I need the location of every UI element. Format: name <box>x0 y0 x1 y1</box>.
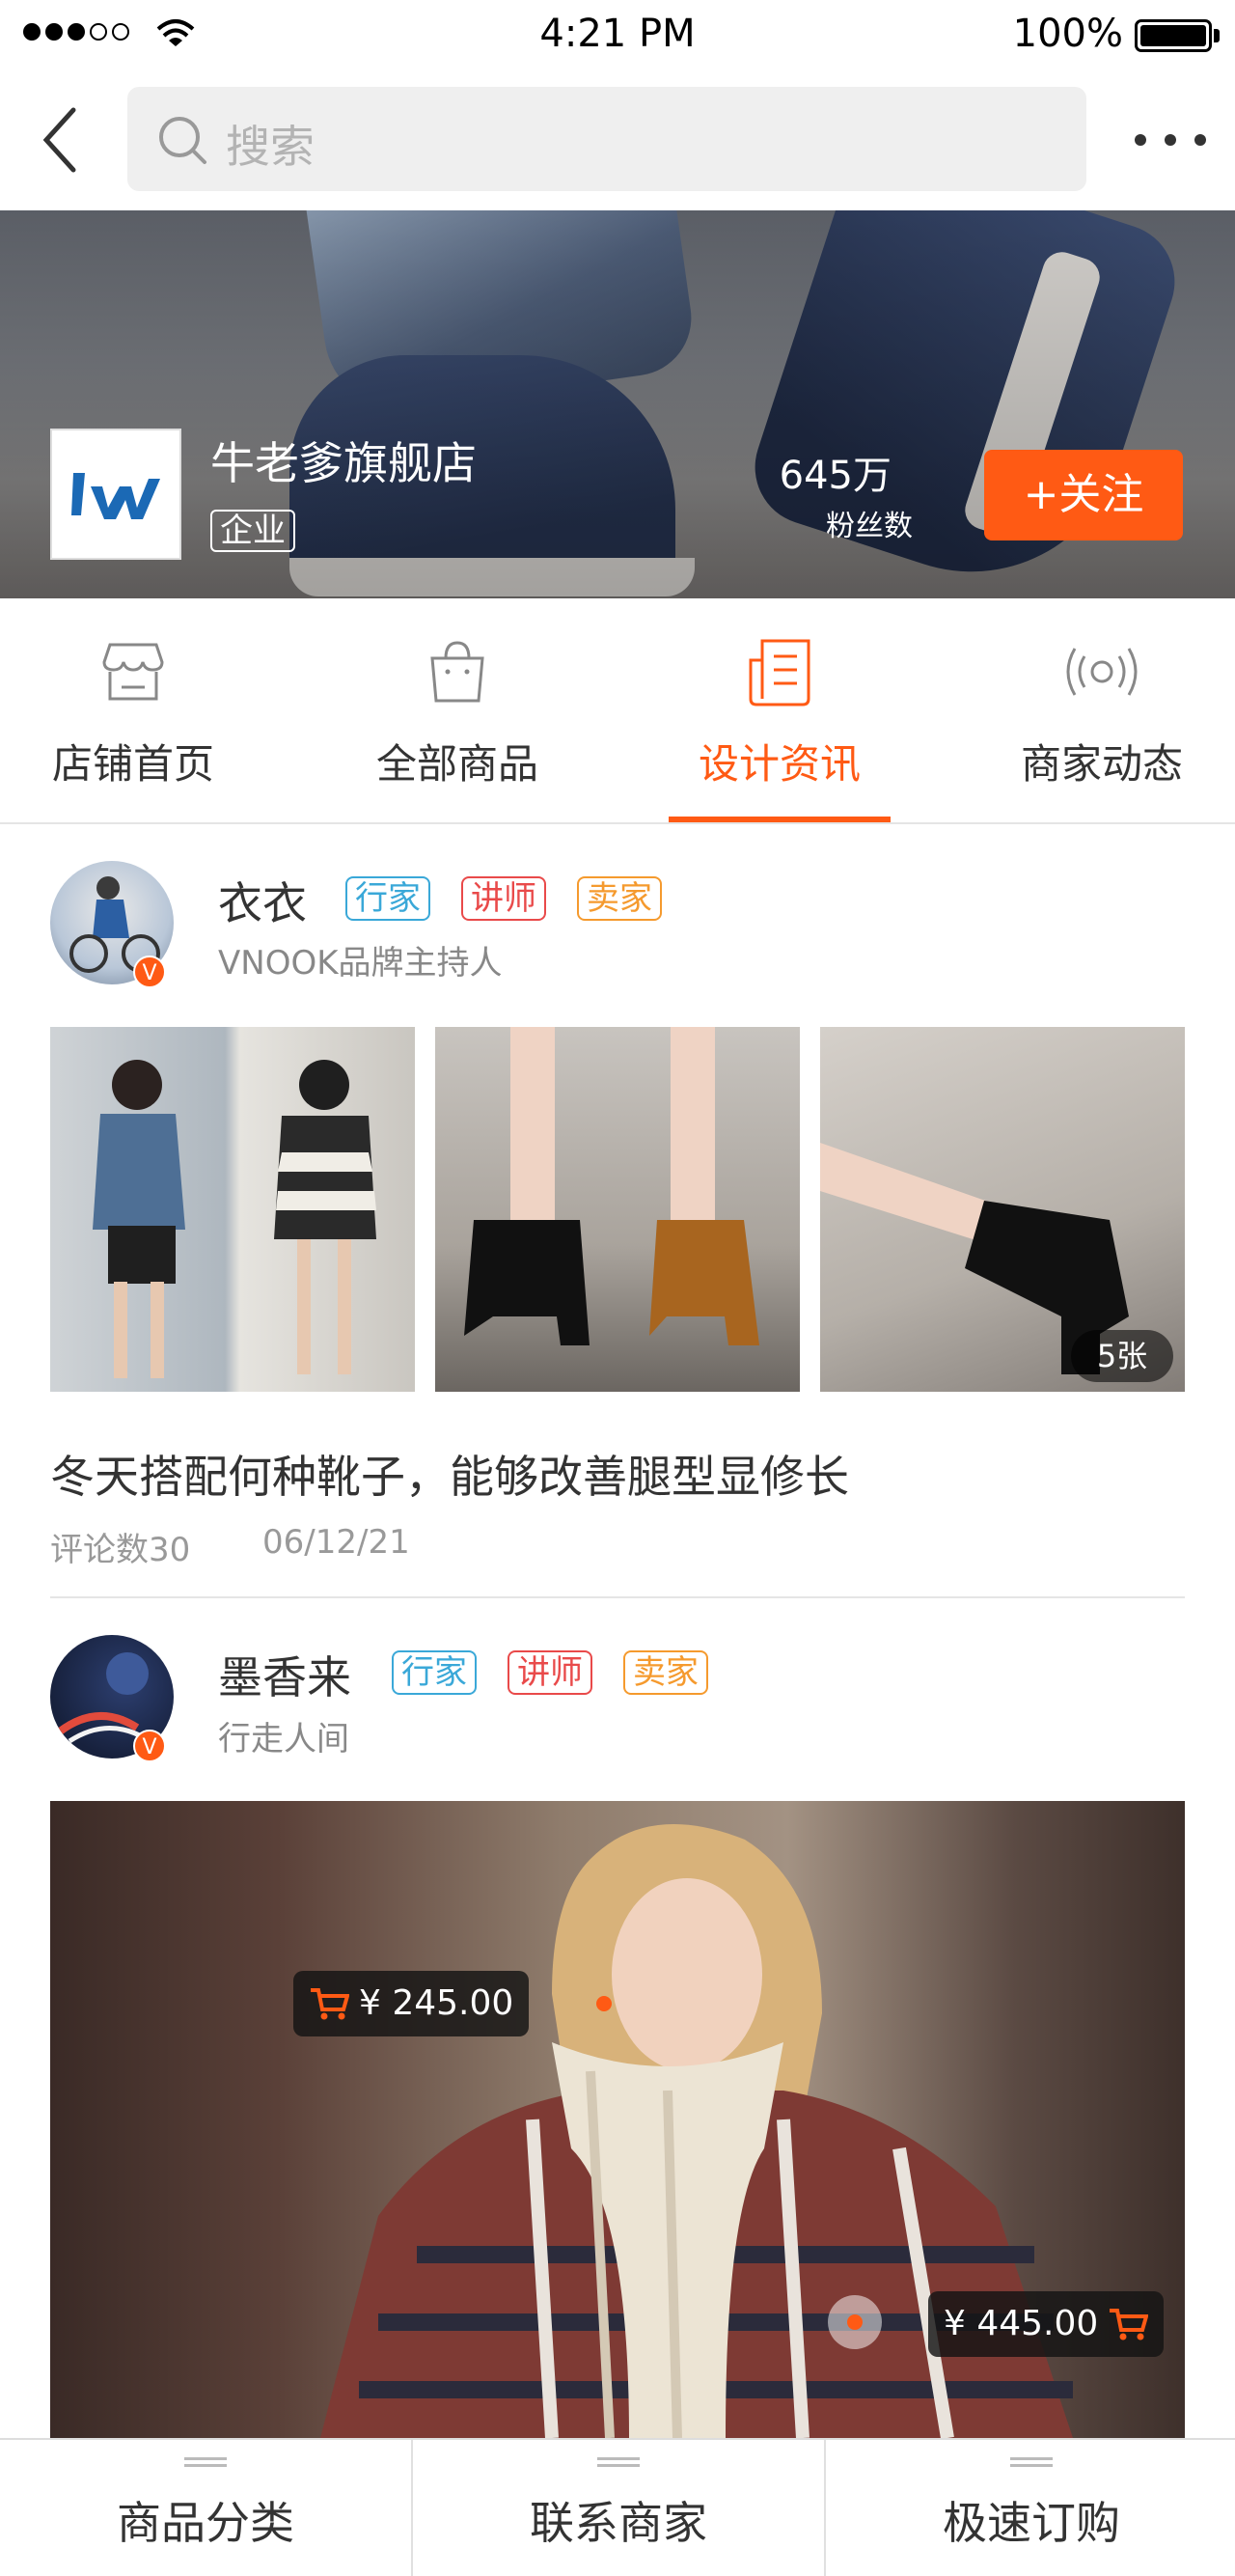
tag-expert: 行家 <box>345 876 430 921</box>
store-name: 牛老爹旗舰店 <box>210 437 477 489</box>
tag-seller: 卖家 <box>577 876 662 921</box>
bottom-item-label: 联系商家 <box>530 2497 707 2549</box>
search-icon <box>159 117 206 164</box>
shopping-cart-icon <box>311 1988 349 2020</box>
search-placeholder: 搜索 <box>226 121 315 173</box>
author-subtitle: VNOOK品牌主持人 <box>218 944 503 983</box>
post-image[interactable]: 5张 <box>820 1027 1185 1392</box>
price-value: ¥ 245.00 <box>359 1983 514 2023</box>
store-logo[interactable] <box>50 429 181 560</box>
menu-grip-icon <box>1010 2457 1053 2467</box>
divider <box>50 1596 1185 1598</box>
follow-button[interactable]: +关注 <box>984 450 1183 540</box>
verified-badge: V <box>133 1730 166 1762</box>
author-name[interactable]: 墨香来 <box>218 1643 351 1706</box>
post-image[interactable] <box>50 1027 415 1392</box>
tab-design-news[interactable]: 设计资讯 <box>635 598 924 824</box>
bottom-item-categories[interactable]: 商品分类 <box>0 2440 411 2576</box>
shopping-cart-icon <box>1110 2309 1149 2341</box>
shopping-bag-icon <box>430 641 484 703</box>
image-count-badge: 5张 <box>1071 1330 1173 1382</box>
tab-merchant-updates[interactable]: 商家动态 <box>957 598 1235 824</box>
tag-lecturer: 讲师 <box>461 876 546 921</box>
menu-grip-icon <box>184 2457 227 2467</box>
store-badge: 企业 <box>210 510 295 552</box>
fans-count: 645万 <box>779 454 892 498</box>
author-subtitle: 行走人间 <box>218 1720 349 1759</box>
battery-percent: 100% <box>1012 12 1123 56</box>
search-input[interactable]: 搜索 <box>127 87 1086 191</box>
bottom-item-contact-merchant[interactable]: 联系商家 <box>413 2440 824 2576</box>
author-name[interactable]: 衣衣 <box>218 869 307 932</box>
post-date: 06/12/21 <box>262 1523 410 1562</box>
chevron-left-icon[interactable] <box>39 106 93 174</box>
hotspot-dot[interactable] <box>847 2314 863 2330</box>
bottom-action-bar: 商品分类 联系商家 极速订购 <box>0 2438 1235 2576</box>
fans-label: 粉丝数 <box>826 510 913 543</box>
bottom-item-quick-order[interactable]: 极速订购 <box>826 2440 1235 2576</box>
tab-label: 店铺首页 <box>51 740 214 788</box>
hotspot-dot[interactable] <box>596 1996 612 2011</box>
tab-label: 商家动态 <box>1020 740 1183 788</box>
battery-icon <box>1135 19 1212 52</box>
store-banner: 牛老爹旗舰店 企业 645万 粉丝数 +关注 <box>0 210 1235 598</box>
more-horizontal-icon[interactable] <box>1135 125 1206 154</box>
comment-count: 评论数30 <box>50 1531 191 1569</box>
broadcast-icon <box>1066 648 1138 696</box>
tab-label: 全部商品 <box>375 740 538 788</box>
verified-badge: V <box>133 956 166 988</box>
post-image[interactable]: ¥ 245.00 ¥ 445.00 <box>50 1801 1185 2438</box>
tag-lecturer: 讲师 <box>508 1650 592 1695</box>
price-value: ¥ 445.00 <box>944 2304 1099 2343</box>
article-icon <box>749 639 810 706</box>
tab-all-products[interactable]: 全部商品 <box>313 598 602 824</box>
post-title[interactable]: 冬天搭配何种靴子，能够改善腿型显修长 <box>50 1442 849 1506</box>
store-tabs: 店铺首页 全部商品 设计资讯 商家动态 <box>0 598 1235 824</box>
bottom-item-label: 极速订购 <box>943 2497 1120 2549</box>
active-tab-indicator <box>669 817 891 822</box>
status-bar: 4:21 PM 100% <box>0 0 1235 68</box>
menu-grip-icon <box>597 2457 640 2467</box>
tag-seller: 卖家 <box>623 1650 708 1695</box>
tab-store-home[interactable]: 店铺首页 <box>0 598 278 824</box>
storefront-icon <box>102 643 164 701</box>
tag-expert: 行家 <box>392 1650 477 1695</box>
nav-bar: 搜索 <box>0 68 1235 210</box>
price-tag[interactable]: ¥ 445.00 <box>928 2291 1165 2357</box>
post-image[interactable] <box>435 1027 800 1392</box>
price-tag[interactable]: ¥ 245.00 <box>293 1971 530 2036</box>
bottom-item-label: 商品分类 <box>117 2497 294 2549</box>
tab-label: 设计资讯 <box>698 740 861 788</box>
